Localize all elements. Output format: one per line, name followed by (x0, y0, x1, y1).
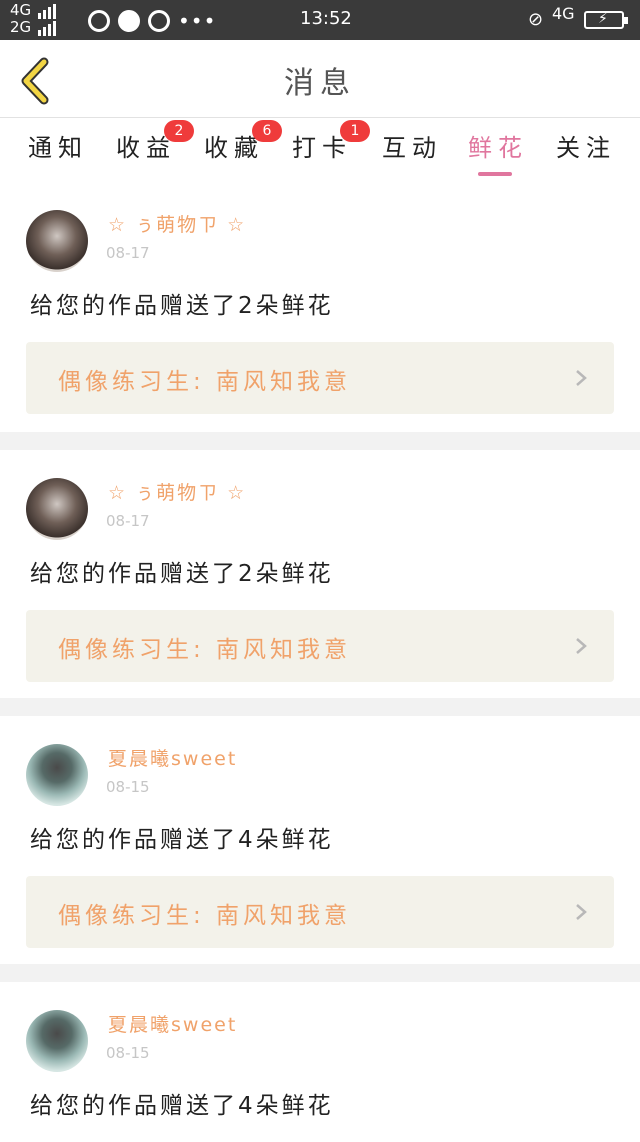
work-link[interactable]: 偶像练习生: 南风知我意 (26, 876, 614, 948)
divider (0, 432, 640, 450)
signal-bars-icon (38, 4, 56, 19)
avatar[interactable] (26, 744, 88, 806)
list-item: 夏晨曦sweet 08-15 给您的作品赠送了4朵鲜花 (0, 982, 640, 1142)
tab-follow[interactable]: 关注 (556, 128, 616, 163)
tab-label: 鲜花 (468, 134, 528, 162)
message-date: 08-15 (106, 1044, 150, 1062)
qq-icon (88, 10, 110, 32)
mute-icon: ⊘ (528, 9, 544, 30)
network-top-label: 4G (10, 1, 32, 19)
message-text: 给您的作品赠送了4朵鲜花 (30, 1093, 334, 1119)
signal-bars-2g-icon (38, 21, 56, 36)
chat-icon (118, 10, 140, 32)
more-dots-icon: ••• (178, 9, 217, 33)
tab-flowers[interactable]: 鲜花 (468, 128, 528, 163)
network-bottom-label: 2G (10, 18, 32, 36)
active-tab-indicator (478, 172, 512, 176)
work-link[interactable]: 偶像练习生: 南风知我意 (26, 342, 614, 414)
tab-label: 互动 (382, 134, 442, 162)
battery-icon: ⚡ (584, 11, 628, 29)
avatar[interactable] (26, 210, 88, 272)
username[interactable]: ☆ ぅ萌物ㄗ ☆ (108, 210, 246, 237)
message-text: 给您的作品赠送了2朵鲜花 (30, 293, 334, 319)
tab-label: 通知 (28, 134, 88, 162)
work-title: 偶像练习生: 南风知我意 (58, 369, 352, 395)
message-list: ☆ ぅ萌物ㄗ ☆ 08-17 给您的作品赠送了2朵鲜花 偶像练习生: 南风知我意… (0, 180, 640, 1142)
clock: 13:52 (300, 8, 352, 29)
unread-badge: 2 (164, 120, 194, 142)
tab-earnings[interactable]: 收益 2 (116, 120, 194, 163)
tab-label: 关注 (556, 134, 616, 162)
page-title: 消息 (284, 66, 356, 101)
divider (0, 698, 640, 716)
tab-favorites[interactable]: 收藏 6 (204, 120, 282, 163)
work-title: 偶像练习生: 南风知我意 (58, 637, 352, 663)
username[interactable]: 夏晨曦sweet (108, 1010, 237, 1037)
message-date: 08-17 (106, 244, 150, 262)
username[interactable]: ☆ ぅ萌物ㄗ ☆ (108, 478, 246, 505)
header-bar: 消息 (0, 40, 640, 118)
list-item: ☆ ぅ萌物ㄗ ☆ 08-17 给您的作品赠送了2朵鲜花 偶像练习生: 南风知我意 (0, 450, 640, 698)
tab-interaction[interactable]: 互动 (382, 128, 442, 163)
list-item: ☆ ぅ萌物ㄗ ☆ 08-17 给您的作品赠送了2朵鲜花 偶像练习生: 南风知我意 (0, 180, 640, 432)
message-text: 给您的作品赠送了2朵鲜花 (30, 561, 334, 587)
message-date: 08-17 (106, 512, 150, 530)
username[interactable]: 夏晨曦sweet (108, 744, 237, 771)
tab-notice[interactable]: 通知 (28, 128, 88, 163)
chevron-right-icon (576, 904, 587, 920)
divider (0, 964, 640, 982)
work-title: 偶像练习生: 南风知我意 (58, 903, 352, 929)
tab-checkin[interactable]: 打卡 1 (292, 120, 370, 163)
message-date: 08-15 (106, 778, 150, 796)
chevron-right-icon (576, 638, 587, 654)
notification-icons: ••• (88, 10, 216, 32)
chevron-right-icon (576, 370, 587, 386)
network-indicator: 4G 2G (10, 2, 31, 36)
avatar[interactable] (26, 478, 88, 540)
unread-badge: 1 (340, 120, 370, 142)
category-tabs: 通知 收益 2 收藏 6 打卡 1 互动 鲜花 关注 (0, 118, 640, 180)
unread-badge: 6 (252, 120, 282, 142)
status-bar: 4G 2G ••• 13:52 ⊘ 4G ⚡ (0, 0, 640, 40)
avatar[interactable] (26, 1010, 88, 1072)
network-type-label: 4G (552, 4, 575, 23)
qq-icon (148, 10, 170, 32)
list-item: 夏晨曦sweet 08-15 给您的作品赠送了4朵鲜花 偶像练习生: 南风知我意 (0, 716, 640, 964)
work-link[interactable]: 偶像练习生: 南风知我意 (26, 610, 614, 682)
message-text: 给您的作品赠送了4朵鲜花 (30, 827, 334, 853)
